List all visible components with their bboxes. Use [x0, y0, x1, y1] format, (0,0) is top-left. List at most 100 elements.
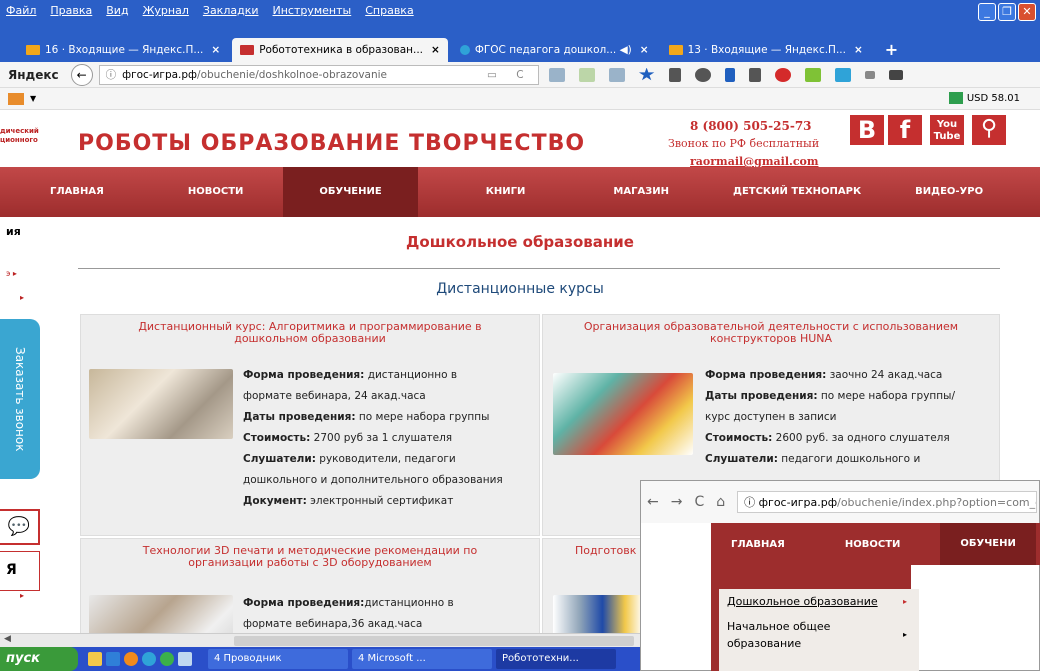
bookmark-star-icon[interactable] — [638, 67, 655, 81]
taskbar-explorer[interactable]: 4 Проводник — [208, 649, 348, 669]
scroll-thumb[interactable] — [234, 636, 634, 646]
divider — [78, 268, 1000, 269]
screenshot-icon[interactable] — [548, 67, 565, 82]
nav-home[interactable]: ГЛАВНАЯ — [711, 539, 805, 550]
reader-reload-icons[interactable]: ▭ C — [487, 69, 532, 81]
course-title[interactable]: Дистанционный курс: Алгоритмика и програ… — [81, 315, 539, 345]
nav-technopark[interactable]: ДЕТСКИЙ ТЕХНОПАРК — [721, 167, 873, 217]
popup-nav-bar: ← → C ⌂ ⓘ фгос-игра.рф /obuchenie/index.… — [641, 481, 1039, 523]
new-tab-button[interactable]: + — [875, 38, 908, 62]
close-window-button[interactable]: ✕ — [1018, 3, 1036, 21]
course-photo[interactable] — [89, 369, 233, 439]
site-logo-fragment[interactable]: дический ционного — [0, 127, 52, 145]
hamburger-menu-icon[interactable] — [888, 69, 903, 80]
youtube-icon[interactable]: You Tube — [930, 115, 964, 145]
window-controls: _ ❐ ✕ — [976, 3, 1036, 21]
site-title[interactable]: РОБОТЫ ОБРАЗОВАНИЕ ТВОРЧЕСТВО — [78, 131, 585, 156]
course-title[interactable]: Технологии 3D печати и методические реко… — [81, 539, 539, 569]
nav-shop[interactable]: МАГАЗИН — [601, 167, 681, 217]
frog-icon[interactable] — [804, 67, 821, 82]
tab-fgos[interactable]: ФГОС педагога дошкол... ◀) × — [452, 38, 657, 62]
quicklaunch-icon[interactable] — [178, 652, 192, 666]
popup-address-bar[interactable]: ⓘ фгос-игра.рф /obuchenie/index.php?opti… — [737, 491, 1038, 513]
dropdown-item-primary-cont[interactable]: образование — [719, 635, 919, 656]
back-button[interactable]: ← — [70, 63, 93, 86]
menu-help[interactable]: Справка — [365, 4, 413, 17]
minimize-button[interactable]: _ — [978, 3, 996, 21]
tab-close-icon[interactable]: × — [854, 44, 863, 56]
taskbar-word[interactable]: 4 Microsoft ... — [352, 649, 492, 669]
scroll-left-icon[interactable]: ◀ — [4, 634, 11, 644]
callback-button[interactable]: Заказать звонок — [0, 319, 40, 479]
chat-icon[interactable]: 💬 — [0, 509, 40, 545]
menu-bar: Файл Правка Вид Журнал Закладки Инструме… — [0, 0, 1040, 34]
menu-view[interactable]: Вид — [106, 4, 128, 17]
dropdown-item-preschool[interactable]: Дошкольное образование ▸ — [719, 589, 919, 614]
yandex-widget[interactable]: Я — [0, 551, 40, 591]
menu-edit[interactable]: Правка — [50, 4, 92, 17]
dropdown-item-primary[interactable]: Начальное общее ▸ — [719, 614, 919, 639]
adblock-icon[interactable] — [774, 67, 791, 82]
site-phone[interactable]: 8 (800) 505-25-73 — [690, 119, 812, 133]
horizontal-scrollbar[interactable]: ◀ — [0, 633, 640, 647]
tab-robotics[interactable]: Робототехника в образован... × — [232, 38, 448, 62]
nav-education[interactable]: ОБУЧЕНИЕ — [283, 167, 418, 217]
firefox-icon[interactable] — [124, 652, 138, 666]
send-icon[interactable] — [748, 67, 761, 82]
reload-icon[interactable]: C — [694, 494, 704, 510]
tab-close-icon[interactable]: × — [431, 44, 440, 56]
blog-icon[interactable]: B — [850, 115, 884, 145]
yandex-logo[interactable]: Яндекс — [8, 68, 59, 82]
tab-inbox-13[interactable]: 13 · Входящие — Яндекс.П... × — [661, 38, 871, 62]
toolbar-icons — [548, 67, 917, 82]
nav-books[interactable]: КНИГИ — [474, 167, 538, 217]
home-icon[interactable]: ⌂ — [716, 494, 725, 510]
popup-site-nav: ГЛАВНАЯ НОВОСТИ ОБУЧЕНИ — [711, 523, 1040, 565]
nav-news[interactable]: НОВОСТИ — [176, 167, 256, 217]
search-icon[interactable]: ⚲ — [972, 115, 1006, 145]
menu-tools[interactable]: Инструменты — [273, 4, 352, 17]
tab-close-icon[interactable]: × — [640, 44, 649, 56]
currency-widget[interactable]: USD 58.01 — [948, 92, 1020, 104]
menu-bookmarks[interactable]: Закладки — [203, 4, 259, 17]
nav-news[interactable]: НОВОСТИ — [825, 539, 921, 550]
quicklaunch-icon[interactable] — [88, 652, 102, 666]
back-arrow-icon[interactable]: ← — [647, 494, 659, 510]
course-title[interactable]: Организация образовательной деятельности… — [543, 315, 999, 345]
tab-close-icon[interactable]: × — [211, 44, 220, 56]
navigation-bar: Яндекс ← ⓘ фгос-игра.рф /obuchenie/doshk… — [0, 62, 1040, 88]
forward-arrow-icon[interactable]: → — [671, 494, 683, 510]
cart-icon[interactable] — [834, 67, 851, 82]
info-icon[interactable]: ⓘ — [106, 67, 117, 82]
pocket-icon[interactable] — [694, 67, 711, 82]
ie-icon[interactable] — [142, 652, 156, 666]
overflow-chevron-icon[interactable] — [864, 70, 875, 79]
menu-history[interactable]: Журнал — [143, 4, 189, 17]
phone-subtitle: Звонок по РФ бесплатный — [668, 137, 820, 150]
extension-icon[interactable] — [608, 67, 625, 82]
download-icon[interactable] — [724, 67, 735, 82]
chevron-down-icon[interactable]: ▼ — [30, 94, 36, 103]
url-host: фгос-игра.рф — [122, 68, 198, 81]
taskbar-browser[interactable]: Робототехни... — [496, 649, 616, 669]
bookmarks-list-icon[interactable] — [668, 67, 681, 82]
start-button[interactable]: пуск — [0, 647, 78, 671]
nav-education[interactable]: ОБУЧЕНИ — [940, 523, 1036, 565]
chrome-icon[interactable] — [160, 652, 174, 666]
quicklaunch-icon[interactable] — [106, 652, 120, 666]
address-bar[interactable]: ⓘ фгос-игра.рф /obuchenie/doshkolnoe-obr… — [98, 64, 539, 85]
menu-file[interactable]: Файл — [6, 4, 36, 17]
course-card[interactable]: Дистанционный курс: Алгоритмика и програ… — [80, 314, 540, 536]
nav-video[interactable]: ВИДЕО-УРО — [903, 167, 995, 217]
course-info: Форма проведения: заочно 24 акад.часа Да… — [705, 369, 955, 465]
tab-inbox-16[interactable]: 16 · Входящие — Яндекс.П... × — [18, 38, 228, 62]
bookmark-folder-icon[interactable] — [8, 92, 24, 105]
nav-home[interactable]: ГЛАВНАЯ — [38, 167, 116, 217]
robot-kit-photo[interactable] — [553, 373, 693, 455]
weather-icon[interactable] — [578, 67, 595, 82]
facebook-icon[interactable]: f — [888, 115, 922, 145]
course-info: Форма проведения: дистанционно в формате… — [243, 369, 503, 507]
sidebar-arrow-icon[interactable]: ▸ — [20, 591, 24, 600]
maximize-button[interactable]: ❐ — [998, 3, 1016, 21]
bookmarks-bar: ▼ USD 58.01 — [0, 88, 1040, 110]
